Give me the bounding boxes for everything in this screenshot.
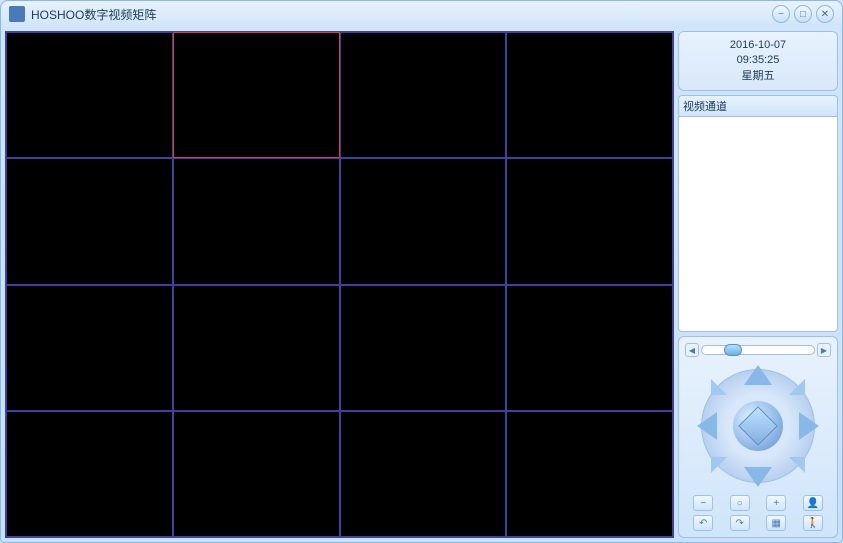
video-cell[interactable] bbox=[506, 285, 673, 411]
video-cell[interactable] bbox=[173, 158, 340, 284]
video-grid bbox=[5, 31, 674, 538]
video-cell[interactable] bbox=[340, 411, 507, 537]
video-cell[interactable] bbox=[173, 32, 340, 158]
ptz-center-button[interactable] bbox=[733, 401, 783, 451]
video-cell[interactable] bbox=[340, 285, 507, 411]
ptz-down-left-button[interactable] bbox=[711, 457, 727, 473]
rotate-right-button[interactable]: ↷ bbox=[730, 515, 750, 531]
clock-weekday: 星期五 bbox=[685, 69, 831, 84]
ptz-panel: ◀ ▶ bbox=[678, 336, 838, 538]
window-controls: − □ ✕ bbox=[772, 5, 834, 23]
video-cell[interactable] bbox=[506, 411, 673, 537]
ptz-up-left-button[interactable] bbox=[711, 379, 727, 395]
channel-list[interactable] bbox=[678, 116, 838, 332]
video-cell[interactable] bbox=[506, 32, 673, 158]
slider-thumb[interactable] bbox=[724, 344, 742, 356]
video-cell[interactable] bbox=[173, 285, 340, 411]
maximize-button[interactable]: □ bbox=[794, 5, 812, 23]
video-cell[interactable] bbox=[6, 411, 173, 537]
func-row: ↶ ↷ ▦ 🚶 bbox=[685, 515, 831, 531]
ptz-down-button[interactable] bbox=[744, 467, 772, 487]
slider-left-icon[interactable]: ◀ bbox=[685, 343, 699, 357]
side-panel: 2016-10-07 09:35:25 星期五 视频通道 ◀ ▶ bbox=[678, 31, 838, 538]
channel-header: 视频通道 bbox=[678, 95, 838, 116]
diamond-icon bbox=[738, 406, 778, 446]
speed-slider[interactable] bbox=[701, 345, 815, 355]
ptz-left-button[interactable] bbox=[697, 412, 717, 440]
zoom-row: − ○ + 👤 bbox=[685, 495, 831, 511]
video-cell[interactable] bbox=[6, 158, 173, 284]
minimize-button[interactable]: − bbox=[772, 5, 790, 23]
video-cell[interactable] bbox=[506, 158, 673, 284]
auto-button[interactable]: ▦ bbox=[766, 515, 786, 531]
clock-date: 2016-10-07 bbox=[685, 38, 831, 53]
zoom-in-button[interactable]: + bbox=[766, 495, 786, 511]
video-cell[interactable] bbox=[6, 32, 173, 158]
close-button[interactable]: ✕ bbox=[816, 5, 834, 23]
content-area: 2016-10-07 09:35:25 星期五 视频通道 ◀ ▶ bbox=[1, 27, 842, 542]
ptz-down-right-button[interactable] bbox=[789, 457, 805, 473]
zoom-out-button[interactable]: − bbox=[693, 495, 713, 511]
video-cell[interactable] bbox=[340, 158, 507, 284]
ptz-up-button[interactable] bbox=[744, 365, 772, 385]
rotate-left-button[interactable]: ↶ bbox=[693, 515, 713, 531]
zoom-reset-button[interactable]: ○ bbox=[730, 495, 750, 511]
slider-right-icon[interactable]: ▶ bbox=[817, 343, 831, 357]
titlebar[interactable]: HOSHOO数字视频矩阵 − □ ✕ bbox=[1, 1, 842, 27]
video-cell[interactable] bbox=[6, 285, 173, 411]
video-cell[interactable] bbox=[173, 411, 340, 537]
window-title: HOSHOO数字视频矩阵 bbox=[31, 6, 772, 23]
person-button[interactable]: 👤 bbox=[803, 495, 823, 511]
channel-panel: 视频通道 bbox=[678, 95, 838, 332]
ptz-up-right-button[interactable] bbox=[789, 379, 805, 395]
app-icon bbox=[9, 6, 25, 22]
speed-slider-row: ◀ ▶ bbox=[685, 343, 831, 357]
clock-time: 09:35:25 bbox=[685, 53, 831, 68]
clock-panel: 2016-10-07 09:35:25 星期五 bbox=[678, 31, 838, 91]
video-cell[interactable] bbox=[340, 32, 507, 158]
walk-button[interactable]: 🚶 bbox=[803, 515, 823, 531]
app-window: HOSHOO数字视频矩阵 − □ ✕ 2016-10-07 09:35:25 星… bbox=[0, 0, 843, 543]
ptz-control bbox=[693, 361, 823, 491]
ptz-right-button[interactable] bbox=[799, 412, 819, 440]
